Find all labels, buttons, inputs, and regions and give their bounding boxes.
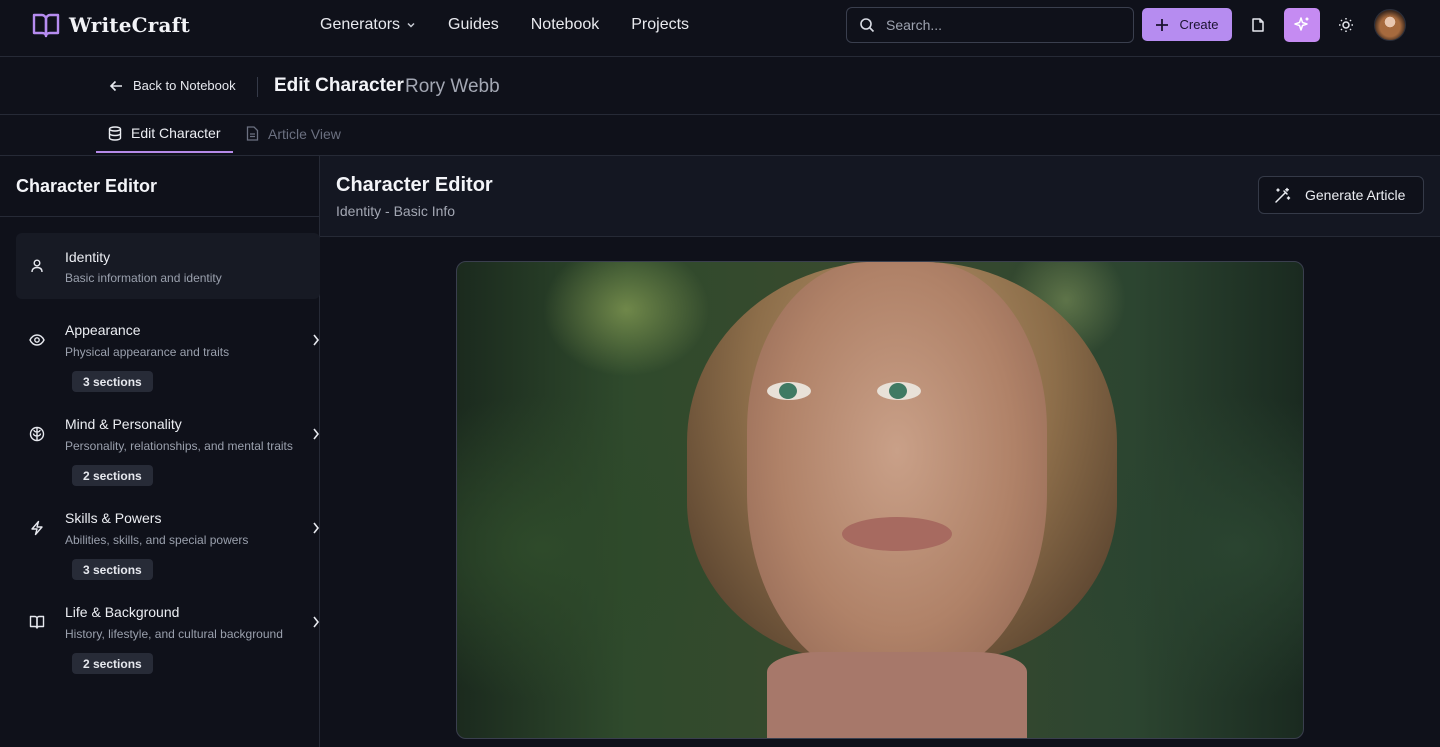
sidebar-item-skills-powers[interactable]: Skills & Powers Abilities, skills, and s… <box>16 496 320 584</box>
chevron-right-icon <box>312 615 320 629</box>
chevron-right-icon <box>312 521 320 535</box>
main-nav: Generators Guides Notebook Projects <box>320 0 689 50</box>
chevron-right-icon <box>312 333 320 347</box>
search-input[interactable] <box>886 17 1116 33</box>
portrait-neck <box>767 652 1027 738</box>
arrow-left-icon <box>109 79 123 93</box>
header-divider <box>257 77 258 97</box>
nav-guides[interactable]: Guides <box>448 16 499 34</box>
create-button-label: Create <box>1179 17 1219 32</box>
generate-article-button[interactable]: Generate Article <box>1258 176 1424 214</box>
sidebar-item-description: Abilities, skills, and special powers <box>65 533 249 547</box>
sidebar-item-description: Physical appearance and traits <box>65 345 230 359</box>
magic-wand-icon <box>1274 187 1291 204</box>
section-count-badge: 2 sections <box>72 465 153 486</box>
back-link-label: Back to Notebook <box>133 78 236 93</box>
generate-article-label: Generate Article <box>1305 187 1406 203</box>
sidebar-item-identity[interactable]: Identity Basic information and identity <box>16 233 320 299</box>
chevron-right-icon <box>312 427 320 441</box>
chevron-down-icon <box>406 20 416 30</box>
sidebar-item-label: Appearance <box>65 322 141 338</box>
user-icon <box>29 258 45 274</box>
sidebar-item-label: Mind & Personality <box>65 416 182 432</box>
top-navigation-bar: WriteCraft Generators Guides Notebook Pr… <box>0 0 1440 57</box>
ai-assistant-button[interactable] <box>1284 8 1320 42</box>
tab-bar: Edit Character Article View <box>0 115 1440 156</box>
back-to-notebook-link[interactable]: Back to Notebook <box>109 78 236 93</box>
file-icon <box>1250 17 1266 33</box>
search-icon <box>859 17 875 33</box>
section-count-badge: 2 sections <box>72 653 153 674</box>
book-open-icon <box>32 12 60 38</box>
sun-icon <box>1338 17 1354 33</box>
sidebar-header: Character Editor <box>0 156 319 217</box>
page-title: Edit Character <box>274 75 404 96</box>
tab-article-view-label: Article View <box>268 125 341 142</box>
document-icon <box>246 126 259 141</box>
book-icon <box>29 614 45 630</box>
portrait-face <box>747 262 1047 682</box>
sidebar-item-label: Skills & Powers <box>65 510 162 526</box>
sidebar-item-description: Basic information and identity <box>65 271 222 285</box>
notes-button[interactable] <box>1240 8 1276 42</box>
section-count-badge: 3 sections <box>72 559 153 580</box>
editor-header: Character Editor Identity - Basic Info G… <box>320 156 1440 237</box>
editor-title: Character Editor <box>336 174 493 196</box>
character-name: Rory Webb <box>405 76 500 97</box>
sidebar-item-appearance[interactable]: Appearance Physical appearance and trait… <box>16 308 320 396</box>
nav-generators[interactable]: Generators <box>320 16 416 34</box>
plus-icon <box>1155 18 1169 32</box>
sidebar-item-label: Identity <box>65 249 111 265</box>
sidebar-item-mind-personality[interactable]: Mind & Personality Personality, relation… <box>16 402 320 490</box>
tab-edit-character[interactable]: Edit Character <box>96 115 233 153</box>
sidebar-item-description: History, lifestyle, and cultural backgro… <box>65 627 283 641</box>
nav-projects[interactable]: Projects <box>631 16 689 34</box>
eye-icon <box>29 332 45 348</box>
section-count-badge: 3 sections <box>72 371 153 392</box>
database-icon <box>108 125 122 141</box>
sidebar-item-label: Life & Background <box>65 604 180 620</box>
sidebar-item-life-background[interactable]: Life & Background History, lifestyle, an… <box>16 590 320 678</box>
page-header: Back to Notebook Edit Character Rory Web… <box>0 58 1440 115</box>
sparkles-icon <box>1293 16 1311 34</box>
portrait-lips <box>842 517 952 551</box>
character-editor-sidebar: Character Editor Identity Basic informat… <box>0 156 320 747</box>
create-button[interactable]: Create <box>1142 8 1232 41</box>
app-name: WriteCraft <box>69 13 190 37</box>
tab-edit-character-label: Edit Character <box>131 125 221 141</box>
portrait-eye-left <box>767 382 811 400</box>
theme-toggle-button[interactable] <box>1328 8 1364 42</box>
sidebar-item-description: Personality, relationships, and mental t… <box>65 439 293 453</box>
search-box <box>846 7 1134 43</box>
nav-notebook[interactable]: Notebook <box>531 16 600 34</box>
user-avatar[interactable] <box>1374 9 1406 41</box>
lightning-icon <box>29 520 45 536</box>
portrait-eye-right <box>877 382 921 400</box>
app-logo[interactable]: WriteCraft <box>32 12 190 38</box>
tab-article-view[interactable]: Article View <box>246 115 341 152</box>
editor-subtitle: Identity - Basic Info <box>336 203 456 219</box>
brain-icon <box>29 426 45 442</box>
editor-main-panel: Character Editor Identity - Basic Info G… <box>320 156 1440 747</box>
character-portrait-image[interactable] <box>456 261 1304 739</box>
nav-generators-label: Generators <box>320 16 401 33</box>
sidebar-title: Character Editor <box>16 176 158 196</box>
